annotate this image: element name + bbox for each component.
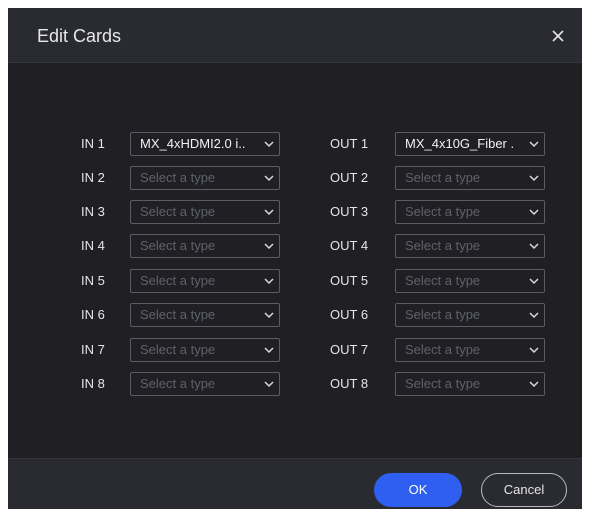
in-7-type-select[interactable]: Select a type (130, 338, 280, 362)
cancel-button[interactable]: Cancel (481, 473, 567, 507)
out-3-type-select[interactable]: Select a type (395, 200, 545, 224)
select-placeholder: Select a type (405, 307, 481, 322)
select-placeholder: Select a type (140, 204, 216, 219)
chevron-down-icon (528, 206, 540, 218)
chevron-down-icon (263, 240, 275, 252)
chevron-down-icon (263, 309, 275, 321)
in-1-type-select[interactable]: MX_4xHDMI2.0 i.. (130, 132, 280, 156)
card-slot-row: IN 5 Select a type OUT 5 Select a type (8, 269, 582, 293)
chevron-down-icon (528, 378, 540, 390)
chevron-down-icon (263, 275, 275, 287)
out-slot-label: OUT 6 (330, 307, 369, 322)
card-slot-row: IN 7 Select a type OUT 7 Select a type (8, 338, 582, 362)
chevron-down-icon (528, 240, 540, 252)
select-placeholder: Select a type (405, 238, 481, 253)
out-slot-label: OUT 3 (330, 204, 369, 219)
card-slot-row: IN 4 Select a type OUT 4 Select a type (8, 234, 582, 258)
select-placeholder: Select a type (405, 342, 481, 357)
chevron-down-icon (528, 172, 540, 184)
in-6-type-select[interactable]: Select a type (130, 303, 280, 327)
in-slot-label: IN 8 (81, 376, 105, 391)
card-slot-grid: IN 1 MX_4xHDMI2.0 i.. OUT 1 MX_4x10G_Fiber … (8, 8, 582, 458)
in-slot-label: IN 2 (81, 170, 105, 185)
select-placeholder: Select a type (140, 273, 216, 288)
chevron-down-icon (263, 138, 275, 150)
out-2-type-select[interactable]: Select a type (395, 166, 545, 190)
in-slot-label: IN 4 (81, 238, 105, 253)
in-slot-label: IN 1 (81, 136, 105, 151)
in-4-type-select[interactable]: Select a type (130, 234, 280, 258)
ok-button[interactable]: OK (374, 473, 462, 507)
select-value: MX_4x10G_Fiber . (405, 136, 515, 151)
edit-cards-dialog: Edit Cards IN 1 MX_4xHDMI2.0 i.. OUT 1 MX_4… (8, 8, 582, 509)
chevron-down-icon (528, 138, 540, 150)
chevron-down-icon (263, 172, 275, 184)
out-7-type-select[interactable]: Select a type (395, 338, 545, 362)
chevron-down-icon (263, 378, 275, 390)
card-slot-row: IN 2 Select a type OUT 2 Select a type (8, 166, 582, 190)
card-slot-row: IN 8 Select a type OUT 8 Select a type (8, 372, 582, 396)
card-slot-row: IN 3 Select a type OUT 3 Select a type (8, 200, 582, 224)
in-8-type-select[interactable]: Select a type (130, 372, 280, 396)
out-slot-label: OUT 2 (330, 170, 369, 185)
in-slot-label: IN 7 (81, 342, 105, 357)
out-slot-label: OUT 7 (330, 342, 369, 357)
chevron-down-icon (263, 344, 275, 356)
select-value: MX_4xHDMI2.0 i.. (140, 136, 246, 151)
dialog-footer: OK Cancel (8, 458, 582, 509)
out-slot-label: OUT 5 (330, 273, 369, 288)
card-slot-row: IN 6 Select a type OUT 6 Select a type (8, 303, 582, 327)
out-slot-label: OUT 8 (330, 376, 369, 391)
select-placeholder: Select a type (140, 307, 216, 322)
card-slot-row: IN 1 MX_4xHDMI2.0 i.. OUT 1 MX_4x10G_Fiber … (8, 132, 582, 156)
out-4-type-select[interactable]: Select a type (395, 234, 545, 258)
chevron-down-icon (528, 309, 540, 321)
out-8-type-select[interactable]: Select a type (395, 372, 545, 396)
select-placeholder: Select a type (405, 170, 481, 185)
out-slot-label: OUT 1 (330, 136, 369, 151)
select-placeholder: Select a type (140, 342, 216, 357)
select-placeholder: Select a type (405, 204, 481, 219)
select-placeholder: Select a type (140, 238, 216, 253)
out-6-type-select[interactable]: Select a type (395, 303, 545, 327)
select-placeholder: Select a type (405, 376, 481, 391)
in-slot-label: IN 3 (81, 204, 105, 219)
out-slot-label: OUT 4 (330, 238, 369, 253)
in-slot-label: IN 6 (81, 307, 105, 322)
out-1-type-select[interactable]: MX_4x10G_Fiber . (395, 132, 545, 156)
out-5-type-select[interactable]: Select a type (395, 269, 545, 293)
chevron-down-icon (263, 206, 275, 218)
in-slot-label: IN 5 (81, 273, 105, 288)
select-placeholder: Select a type (140, 376, 216, 391)
select-placeholder: Select a type (140, 170, 216, 185)
in-2-type-select[interactable]: Select a type (130, 166, 280, 190)
chevron-down-icon (528, 344, 540, 356)
chevron-down-icon (528, 275, 540, 287)
select-placeholder: Select a type (405, 273, 481, 288)
in-3-type-select[interactable]: Select a type (130, 200, 280, 224)
in-5-type-select[interactable]: Select a type (130, 269, 280, 293)
